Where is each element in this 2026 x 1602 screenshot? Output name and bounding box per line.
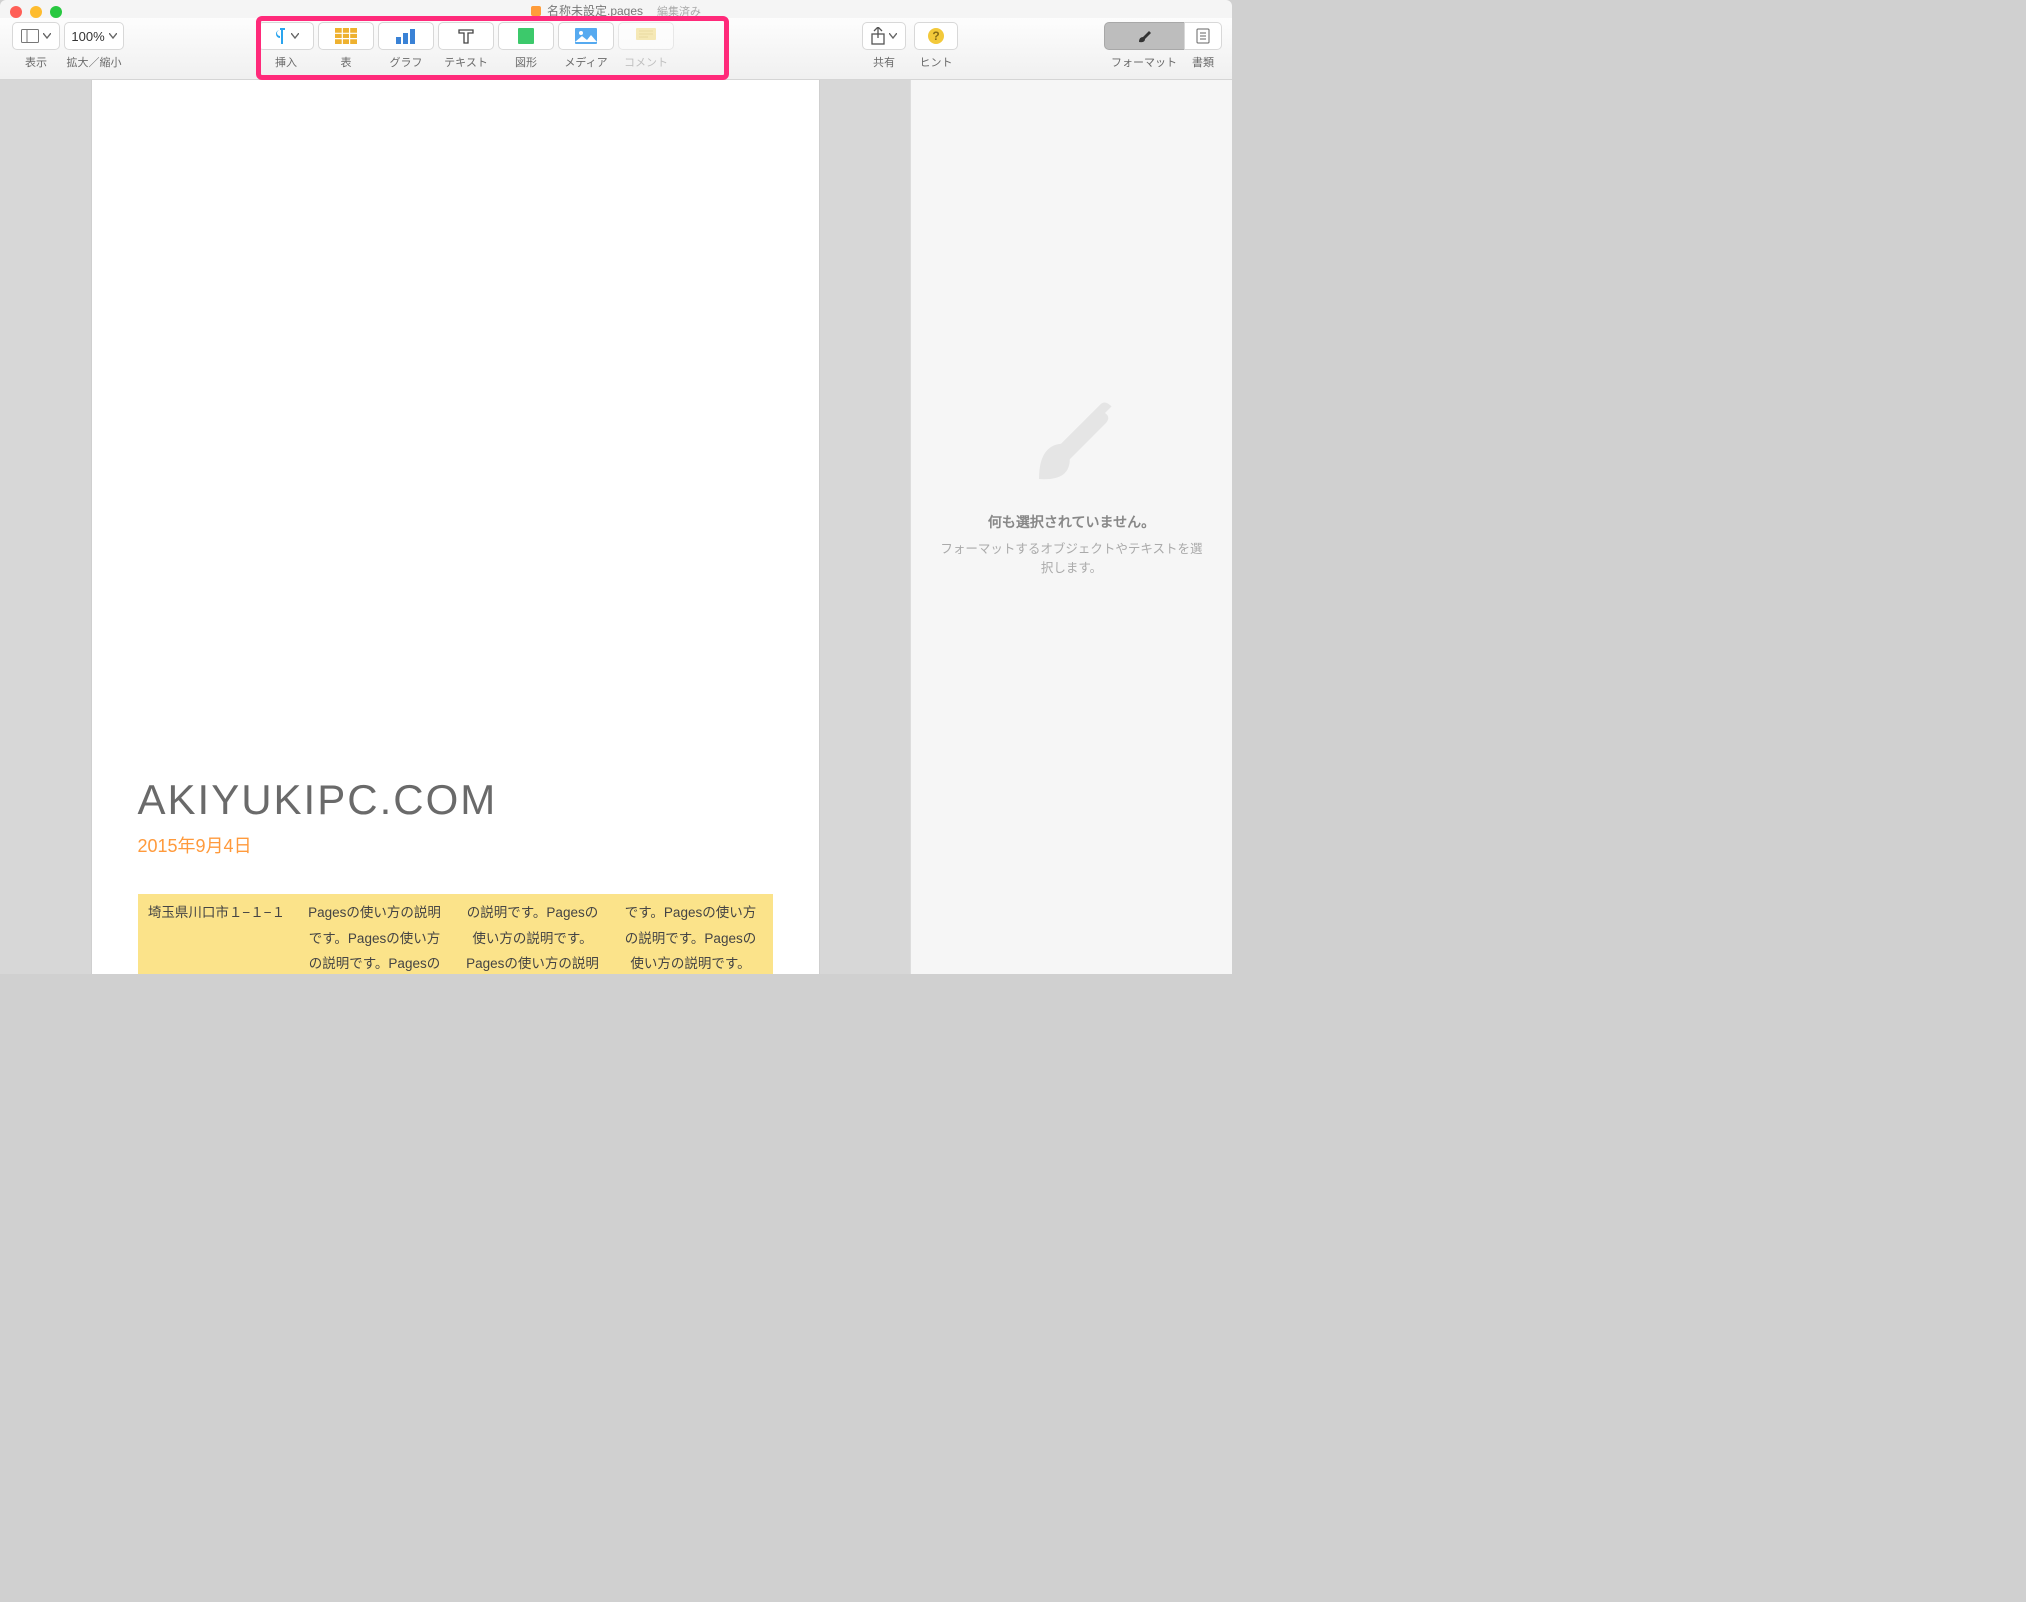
chevron-down-icon [109, 33, 117, 39]
media-button[interactable] [558, 22, 614, 50]
layout-icon [21, 29, 39, 43]
chevron-down-icon [43, 33, 51, 39]
table-button[interactable] [318, 22, 374, 50]
share-label: 共有 [873, 54, 895, 70]
window-title: 名称未設定.pages [547, 2, 643, 19]
shape-icon [518, 28, 534, 44]
zoom-value: 100% [71, 29, 104, 44]
document-date[interactable]: 2015年9月4日 [138, 832, 773, 858]
text-column-2[interactable]: Pagesの使い方の説明です。Pagesの使い方の説明です。Pagesの使い方の… [296, 894, 454, 974]
zoom-button[interactable]: 100% [64, 22, 124, 50]
brush-large-icon [1017, 380, 1127, 490]
canvas[interactable]: AKIYUKIPC.COM 2015年9月4日 埼玉県川口市１−１−１ Page… [0, 80, 910, 974]
text-column-4[interactable]: です。Pagesの使い方の説明です。Pagesの使い方の説明です。Pagesの使… [612, 894, 770, 974]
chart-label: グラフ [390, 54, 423, 70]
share-button[interactable] [862, 22, 906, 50]
table-icon [335, 28, 357, 44]
insert-label: 挿入 [275, 54, 297, 70]
document-tab[interactable] [1184, 22, 1222, 50]
insert-button[interactable] [258, 22, 314, 50]
page[interactable]: AKIYUKIPC.COM 2015年9月4日 埼玉県川口市１−１−１ Page… [92, 80, 819, 974]
text-column-1[interactable]: 埼玉県川口市１−１−１ [138, 894, 296, 974]
zoom-window[interactable] [50, 6, 62, 18]
paragraph-icon [273, 28, 287, 44]
empty-state-subtitle: フォーマットするオブジェクトやテキストを選択します。 [911, 540, 1232, 578]
titlebar: 名称未設定.pages 編集済み [0, 0, 1232, 18]
hint-button[interactable]: ? [914, 22, 958, 50]
media-icon [575, 28, 597, 44]
svg-text:?: ? [932, 29, 939, 43]
view-label: 表示 [25, 54, 47, 70]
empty-state-title: 何も選択されていません。 [968, 512, 1175, 532]
shape-label: 図形 [515, 54, 537, 70]
chevron-down-icon [291, 33, 299, 39]
minimize-window[interactable] [30, 6, 42, 18]
brush-icon [1136, 27, 1154, 45]
document-tab-label: 書類 [1184, 54, 1222, 70]
chart-icon [395, 28, 417, 44]
text-label: テキスト [444, 54, 488, 70]
hint-icon: ? [927, 27, 945, 45]
highlighted-text-block[interactable]: 埼玉県川口市１−１−１ Pagesの使い方の説明です。Pagesの使い方の説明で… [138, 894, 773, 974]
close-window[interactable] [10, 6, 22, 18]
document-title[interactable]: AKIYUKIPC.COM [138, 776, 773, 824]
inspector-sidebar: 何も選択されていません。 フォーマットするオブジェクトやテキストを選択します。 [910, 80, 1232, 974]
format-tab[interactable] [1104, 22, 1184, 50]
comment-icon [636, 28, 656, 44]
text-column-3[interactable]: の説明です。Pagesの使い方の説明です。Pagesの使い方の説明です。Page… [454, 894, 612, 974]
document-icon [531, 6, 541, 16]
format-tab-label: フォーマット [1104, 54, 1184, 70]
text-icon [457, 28, 475, 44]
table-label: 表 [341, 54, 352, 70]
media-label: メディア [564, 54, 607, 70]
view-button[interactable] [12, 22, 60, 50]
chart-button[interactable] [378, 22, 434, 50]
window-controls [10, 6, 62, 18]
shape-button[interactable] [498, 22, 554, 50]
chevron-down-icon [889, 33, 897, 39]
text-button[interactable] [438, 22, 494, 50]
comment-label: コメント [624, 54, 668, 70]
edited-indicator: 編集済み [657, 3, 701, 19]
document-icon [1196, 28, 1210, 44]
share-icon [871, 27, 885, 45]
hint-label: ヒント [920, 54, 953, 70]
comment-button[interactable] [618, 22, 674, 50]
zoom-label: 拡大／縮小 [67, 54, 122, 70]
